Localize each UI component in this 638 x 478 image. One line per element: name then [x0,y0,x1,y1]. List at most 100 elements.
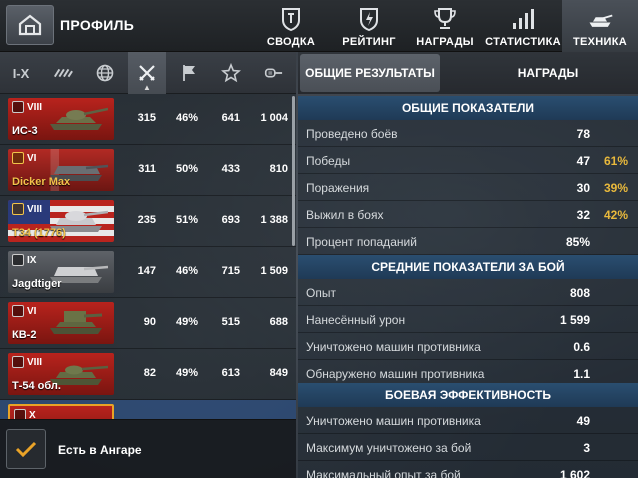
vehicle-row[interactable]: X [0,400,296,419]
vehicle-card: VI Dicker Max [8,149,114,191]
heavy-tank-class-icon [12,305,24,317]
stat-value: 0.6 [573,340,590,354]
vehicle-stats-panel: ОБЩИЕ ПОКАЗАТЕЛИ Проведено боёв 78 Побед… [298,94,638,478]
stat-row: Выжил в боях 32 42% [298,201,638,228]
stat-percent: 61% [603,154,628,168]
trophy-icon [434,8,456,29]
vehicle-avg-xp: 1 509 [260,265,288,277]
vehicle-avg-damage: 515 [221,316,240,328]
stat-row: Максимум уничтожено за бой 3 [298,434,638,461]
stat-value: 32 [576,208,590,222]
vehicle-battles: 147 [137,265,156,277]
vehicle-name: ИС-3 [12,125,38,137]
vehicle-winrate: 51% [175,214,198,226]
rating-shield-icon [360,8,378,32]
tab-vehicle-awards[interactable]: НАГРАДЫ [478,54,618,92]
mastery-filter[interactable] [212,52,250,94]
vehicle-avg-damage: 613 [221,367,240,379]
stat-row: Уничтожено машин противника 0.6 [298,333,638,360]
tab-awards[interactable]: НАГРАДЫ [414,0,476,52]
vehicle-avg-xp: 1 388 [260,214,288,226]
vehicle-winrate: 50% [175,163,198,175]
hangar-home-button[interactable] [6,5,54,45]
stat-label: Уничтожено машин противника [306,414,481,428]
module-filter[interactable] [254,52,292,94]
vehicle-card: VIII Т-54 обл. [8,353,114,395]
vehicle-avg-damage: 433 [221,163,240,175]
stat-label: Обнаружено машин противника [306,367,485,381]
vehicle-avg-xp: 1 004 [260,112,288,124]
vehicle-name: Jagdtiger [12,278,62,290]
heavy-tank-class-icon [14,409,26,419]
stat-value: 1 599 [559,313,590,327]
vehicle-winrate: 46% [175,112,198,124]
globe-icon [96,64,114,82]
battle-sort-filter[interactable]: ▲ [128,52,166,94]
stat-value: 3 [583,441,590,455]
vehicle-avg-xp: 688 [269,316,288,328]
stat-label: Процент попаданий [306,235,417,249]
stat-label: Максимум уничтожено за бой [306,441,472,455]
medium-tank-class-icon [12,356,24,368]
vehicle-list-scrollbar[interactable] [292,96,295,246]
stat-label: Выжил в боях [306,208,384,222]
star-icon [221,63,241,83]
chevron-up-icon: ▲ [143,83,151,92]
tab-general-results[interactable]: ОБЩИЕ РЕЗУЛЬТАТЫ [300,54,440,92]
stat-value: 1.1 [573,367,590,381]
shield-icon [282,8,300,32]
vehicle-row[interactable]: VI КВ-2 90 49% 515 688 [0,298,296,349]
vehicle-battles: 311 [138,163,156,175]
in-hangar-checkbox[interactable] [6,429,46,469]
premium-heavy-class-icon [12,203,24,215]
vehicle-row[interactable]: VIII T34 (1776) 235 51% 693 1 388 [0,196,296,247]
stat-value: 808 [569,286,590,300]
vehicle-row[interactable]: IX Jagdtiger 147 46% 715 1 509 [0,247,296,298]
checkmark-icon [15,441,37,458]
tab-summary[interactable]: СВОДКА [262,0,320,52]
in-hangar-filter: Есть в Ангаре [0,419,296,478]
tab-rating[interactable]: РЕЙТИНГ [340,0,398,52]
stat-value: 49 [576,414,590,428]
stat-label: Максимальный опыт за бой [306,468,461,478]
tab-vehicles[interactable]: ТЕХНИКА [562,0,638,52]
vehicle-card: VIII T34 (1776) [8,200,114,242]
page-title: ПРОФИЛЬ [60,17,135,33]
section-header: СРЕДНИЕ ПОКАЗАТЕЛИ ЗА БОЙ [298,255,638,279]
nation-filter[interactable] [86,52,124,94]
stat-row: Проведено боёв 78 [298,120,638,147]
stat-value: 78 [576,127,590,141]
vehicle-winrate: 46% [175,265,198,277]
flag-icon [183,65,195,81]
vehicle-battles: 90 [143,316,156,328]
vehicle-row[interactable]: VIII ИС-3 315 46% 641 1 004 [0,94,296,145]
tab-statistics[interactable]: СТАТИСТИКА [485,0,561,52]
tank-image [50,311,103,334]
vehicle-class-filter[interactable] [44,52,82,94]
vehicle-row[interactable]: VIII Т-54 обл. 82 49% 613 849 [0,349,296,400]
vehicle-card: IX Jagdtiger [8,251,114,293]
stat-value: 85% [565,235,590,249]
stat-label: Уничтожено машин противника [306,340,481,354]
vehicle-row[interactable]: VI Dicker Max 311 50% 433 810 [0,145,296,196]
tier-filter[interactable]: I-X [2,52,40,94]
vehicle-battles: 235 [137,214,156,226]
section-header: ОБЩИЕ ПОКАЗАТЕЛИ [298,96,638,120]
stat-label: Проведено боёв [306,127,398,141]
vehicle-card: VI КВ-2 [8,302,114,344]
stat-label: Поражения [306,181,370,195]
stat-percent: 39% [603,181,628,195]
stat-row: Победы 47 61% [298,147,638,174]
section-header: БОЕВАЯ ЭФФЕКТИВНОСТЬ [298,383,638,407]
vehicle-battles: 82 [143,367,156,379]
vehicle-class-icon [53,68,73,78]
premium-td-class-icon [12,152,24,164]
tank-icon [589,14,613,27]
stat-value: 47 [576,154,590,168]
flag-filter[interactable] [170,52,208,94]
module-icon [264,68,283,78]
stat-label: Опыт [306,286,336,300]
stat-row: Процент попаданий 85% [298,228,638,255]
crossed-swords-icon [139,65,155,81]
vehicle-filter-bar: I-X ▲ [0,52,296,94]
